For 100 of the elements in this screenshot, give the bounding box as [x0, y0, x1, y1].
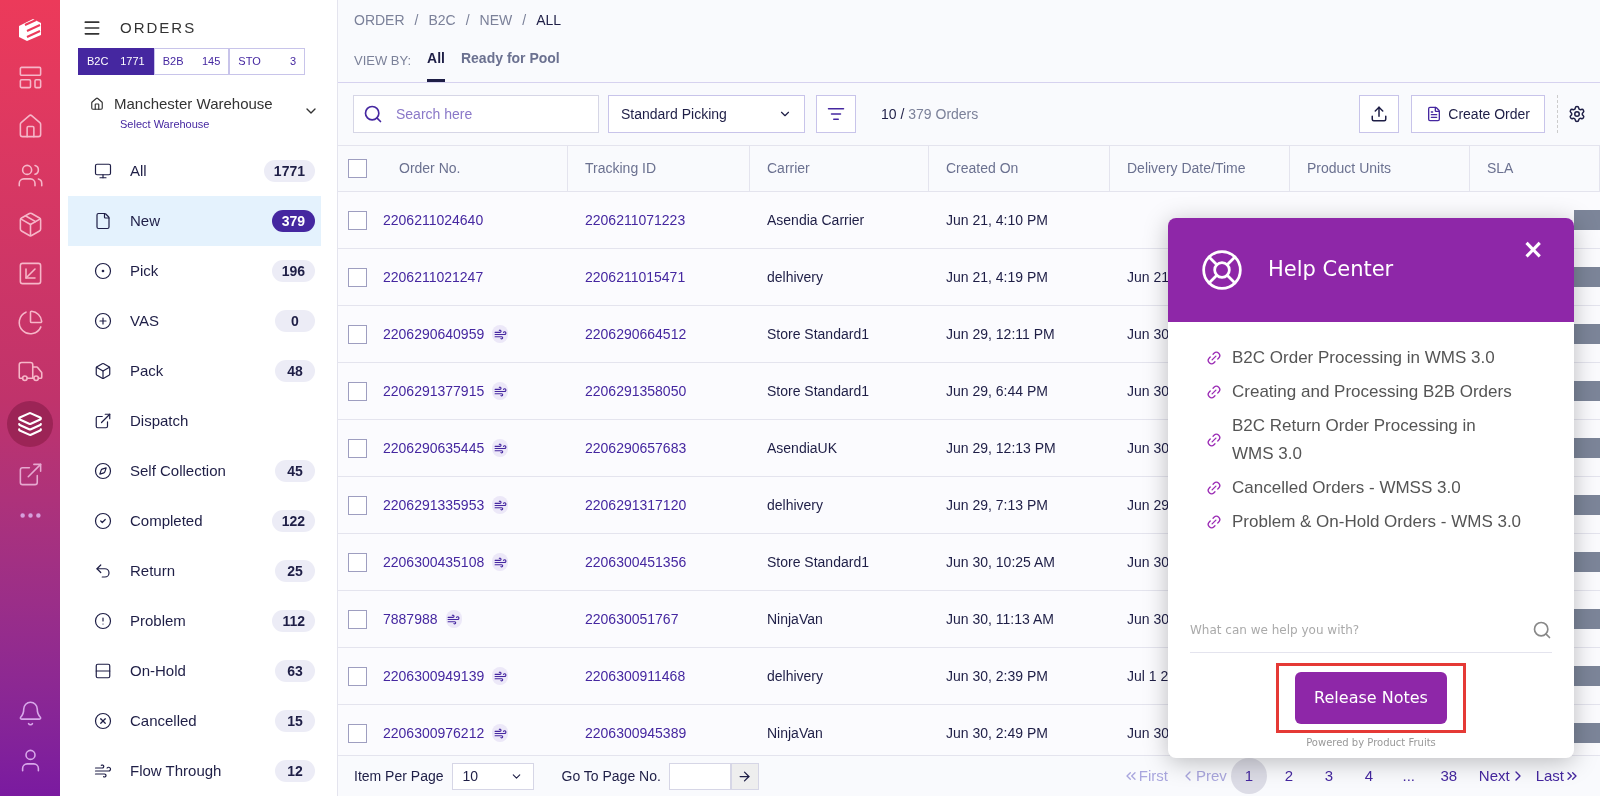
sla-badge	[1574, 267, 1600, 287]
page-button[interactable]: 3	[1310, 758, 1347, 794]
table-cell: Jun 30	[1127, 610, 1170, 627]
tracking-id-link[interactable]: 220630051767	[585, 610, 679, 627]
sidebar-item[interactable]: On-Hold 63	[68, 646, 321, 696]
order-number-link[interactable]: 2206300949139	[383, 665, 485, 687]
picking-dropdown[interactable]: Standard Picking	[608, 95, 805, 133]
next-page-link[interactable]: Next	[1478, 764, 1526, 788]
select-warehouse-link[interactable]: Select Warehouse	[120, 115, 303, 133]
powered-by-text: Powered by Product Fruits	[1305, 736, 1437, 750]
filter-button[interactable]	[816, 95, 856, 133]
checkbox[interactable]	[348, 324, 367, 344]
tracking-id-link[interactable]: 2206291317120	[585, 496, 687, 513]
external-link-icon	[94, 412, 112, 430]
sidebar-item[interactable]: Dispatch	[68, 396, 321, 446]
tracking-id-link[interactable]: 2206300911468	[585, 667, 686, 684]
page-button[interactable]: 4	[1350, 758, 1387, 794]
flow-through-icon	[445, 610, 462, 628]
segment-tab[interactable]: B2B 145	[153, 48, 230, 76]
tracking-id-link[interactable]: 2206290664512	[585, 325, 687, 342]
tracking-id-link[interactable]: 2206211015471	[585, 268, 686, 285]
order-number-link[interactable]: 2206290640959	[383, 323, 485, 345]
tracking-id-link[interactable]: 2206291358050	[585, 382, 687, 399]
page-button[interactable]: ...	[1390, 758, 1427, 794]
search-field[interactable]: Search here	[353, 95, 599, 133]
table-cell: Store Standard1	[767, 553, 869, 570]
document-icon	[1426, 106, 1443, 122]
help-article-link[interactable]: Problem & On-Hold Orders - WMS 3.0	[1232, 508, 1522, 536]
page-button[interactable]: 1	[1230, 758, 1267, 794]
sidebar-item[interactable]: All 1771	[68, 146, 321, 196]
sidebar-item[interactable]: Cancelled 15	[68, 696, 321, 746]
go-button[interactable]	[730, 762, 759, 790]
view-tab[interactable]: Ready for Pool	[460, 48, 560, 82]
upload-button[interactable]	[1359, 95, 1400, 133]
help-article-link[interactable]: Cancelled Orders - WMSS 3.0	[1232, 474, 1522, 502]
breadcrumb-item[interactable]: B2C	[428, 9, 456, 31]
layers-icon	[17, 411, 43, 437]
help-article-link[interactable]: B2C Order Processing in WMS 3.0	[1232, 344, 1522, 372]
segment-tab[interactable]: B2C 1771	[78, 48, 154, 76]
segment-tab[interactable]: STO 3	[229, 48, 305, 76]
sidebar-item[interactable]: New 379	[68, 196, 321, 246]
tracking-id-link[interactable]: 2206300945389	[585, 724, 687, 741]
checkbox[interactable]	[348, 495, 367, 515]
breadcrumb-item: ALL	[536, 10, 562, 30]
checkbox[interactable]	[348, 666, 367, 686]
checkbox[interactable]	[348, 159, 367, 178]
tracking-id-link[interactable]: 2206300451356	[585, 553, 687, 570]
arrow-right-icon	[737, 768, 753, 784]
order-number-link[interactable]: 2206291377915	[383, 380, 485, 402]
order-number-link[interactable]: 7887988	[383, 608, 438, 630]
help-search-field[interactable]: What can we help you with?	[1190, 620, 1532, 639]
page-button[interactable]: 38	[1430, 758, 1467, 794]
items-per-page-label: Item Per Page	[354, 766, 444, 786]
page-button[interactable]: 2	[1270, 758, 1307, 794]
table-cell: Jun 29, 7:13 PM	[946, 496, 1048, 513]
order-number-link[interactable]: 2206211024640	[383, 209, 484, 231]
checkbox[interactable]	[348, 381, 367, 401]
checkbox[interactable]	[348, 723, 367, 743]
create-order-button[interactable]: Create Order	[1411, 95, 1545, 133]
sidebar-item[interactable]: Problem 112	[68, 596, 321, 646]
settings-icon[interactable]	[1568, 105, 1586, 123]
order-number-link[interactable]: 2206290635445	[383, 437, 485, 459]
order-number-link[interactable]: 2206211021247	[383, 266, 484, 288]
order-number-link[interactable]: 2206300976212	[383, 722, 485, 744]
count-badge: 12	[275, 760, 315, 782]
help-article-link[interactable]: B2C Return Order Processing in WMS 3.0	[1232, 412, 1522, 468]
order-number-link[interactable]: 2206300435108	[383, 551, 485, 573]
sla-badge	[1574, 324, 1600, 344]
sidebar-item[interactable]: Pack 48	[68, 346, 321, 396]
checkbox[interactable]	[348, 267, 367, 287]
pie-chart-icon[interactable]	[16, 309, 44, 336]
column-header: SLA	[1487, 159, 1514, 178]
checkbox[interactable]	[348, 609, 367, 629]
upload-icon	[1370, 105, 1389, 123]
help-article-link[interactable]: Creating and Processing B2B Orders	[1232, 378, 1522, 406]
table-cell: Jul 1 2	[1127, 667, 1169, 684]
sidebar-item[interactable]: Self Collection 45	[68, 446, 321, 496]
sidebar-item[interactable]: Pick 196	[68, 246, 321, 296]
sidebar-item[interactable]: Completed 122	[68, 496, 321, 546]
sidebar-item[interactable]: Flow Through 12	[68, 746, 321, 796]
sidebar-item[interactable]: VAS 0	[68, 296, 321, 346]
search-icon[interactable]	[1532, 619, 1552, 640]
close-button[interactable]: ×	[1522, 236, 1544, 262]
breadcrumb-item[interactable]: NEW	[479, 9, 513, 31]
page-number-field[interactable]	[668, 762, 731, 790]
release-notes-button[interactable]: Release Notes	[1295, 672, 1447, 724]
breadcrumb-item[interactable]: ORDER	[354, 9, 405, 31]
order-number-link[interactable]: 2206291335953	[383, 494, 485, 516]
checkbox[interactable]	[348, 552, 367, 572]
view-tab[interactable]: All	[427, 48, 445, 82]
sidebar-item[interactable]: Return 25	[68, 546, 321, 596]
tracking-id-link[interactable]: 2206290657683	[585, 439, 687, 456]
last-page-link[interactable]: Last	[1535, 764, 1580, 788]
checkbox[interactable]	[348, 210, 367, 230]
column-header: Tracking ID	[585, 159, 657, 178]
rail-active-item[interactable]	[7, 401, 53, 447]
users-icon[interactable]	[16, 162, 44, 189]
tracking-id-link[interactable]: 2206211071223	[585, 211, 686, 228]
checkbox[interactable]	[348, 438, 367, 458]
items-per-page-select[interactable]: 10	[451, 762, 534, 790]
